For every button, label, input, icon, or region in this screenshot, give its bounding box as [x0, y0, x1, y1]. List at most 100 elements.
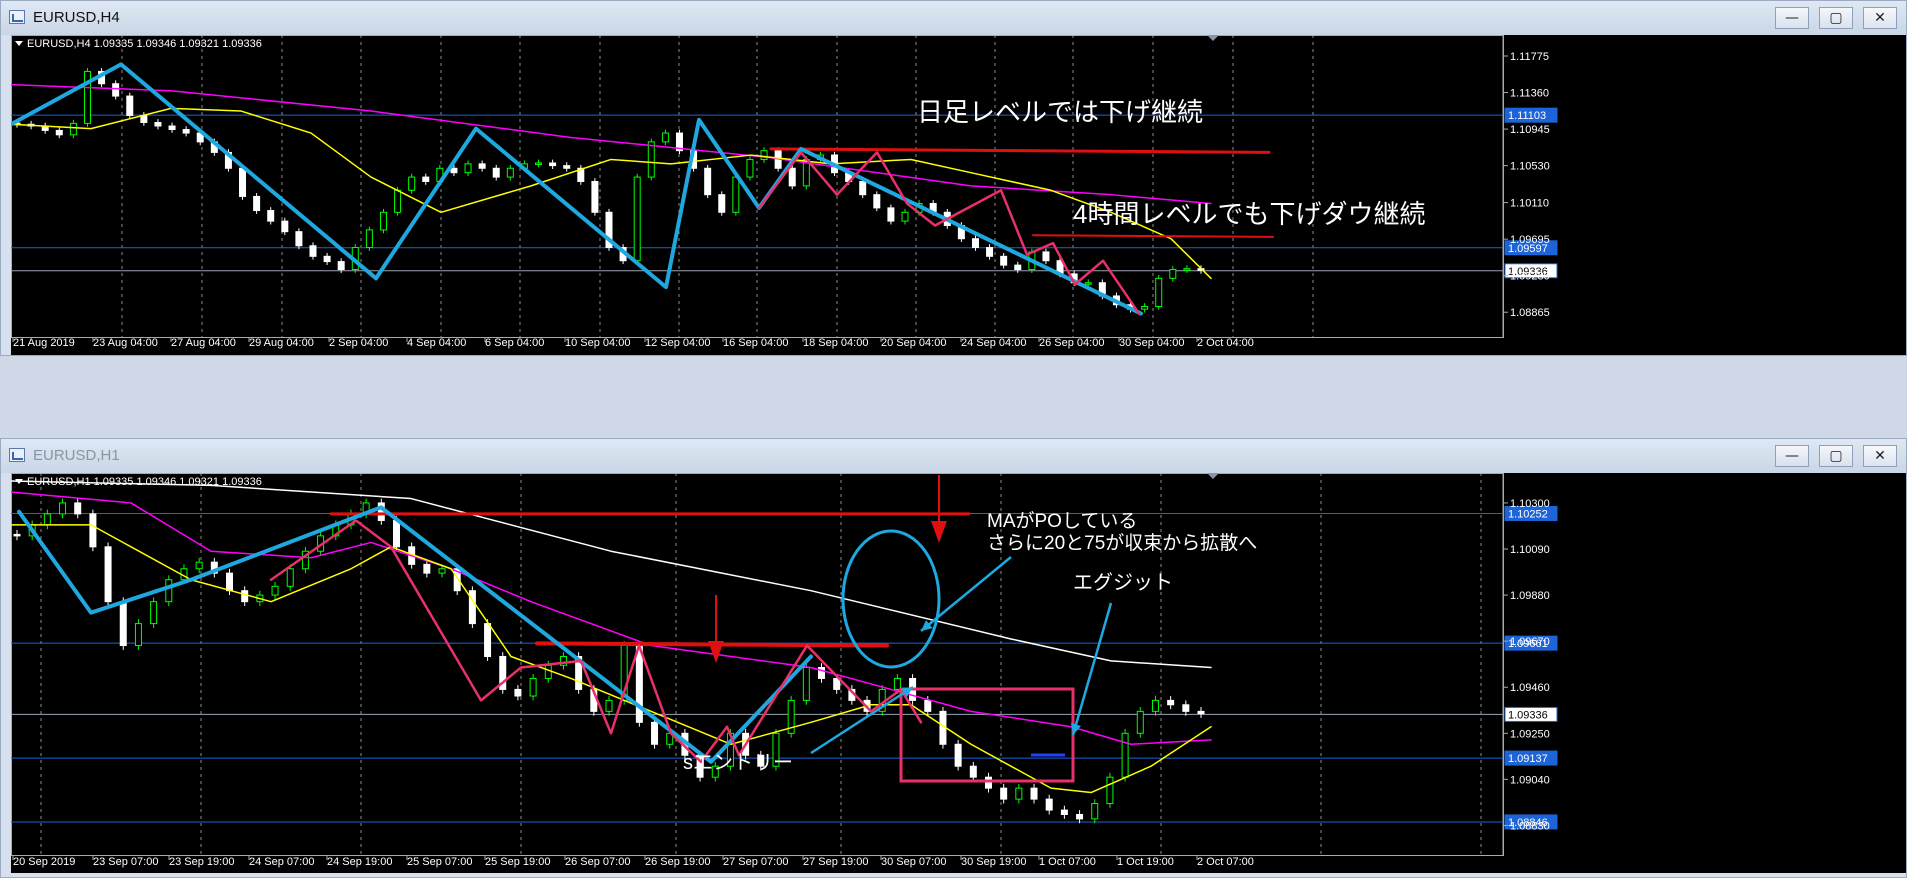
candle-body — [1030, 787, 1038, 800]
price-level-label: 1.10252 — [1508, 508, 1548, 520]
close-button[interactable]: ✕ — [1863, 7, 1897, 29]
time-tick-label: 16 Sep 04:00 — [723, 337, 788, 349]
h1-window: EURUSD,H1 — ▢ ✕ 1.10252 1.09661 1.09336 1.0… — [0, 438, 1907, 878]
candle-body — [647, 141, 655, 178]
price-tick-label: 1.09695 — [1510, 234, 1550, 246]
pointer-arrow-exit-shaft — [1071, 602, 1113, 736]
candle-body — [1060, 809, 1068, 815]
annotation-ma-converge-diverge: さらに20と75が収束から拡散へ — [987, 532, 1257, 554]
candle-body — [253, 195, 261, 212]
candle-body — [1136, 710, 1144, 734]
symbol-info-label: EURUSD,H1 1.09335 1.09346 1.09321 1.0933… — [27, 476, 262, 488]
ma-fast-line — [11, 524, 1212, 794]
candle-body — [464, 163, 472, 174]
annotation-daily-trend: 日足レベルでは下げ継続 — [917, 97, 1203, 127]
minimize-button[interactable]: — — [1775, 7, 1809, 29]
time-tick-label: 12 Sep 04:00 — [645, 337, 710, 349]
time-tick-label: 20 Sep 04:00 — [881, 337, 946, 349]
chart-shift-marker — [1207, 35, 1219, 41]
candle-body — [887, 207, 895, 222]
ma-long-line — [11, 480, 1212, 669]
candle-body — [633, 176, 641, 262]
candle-body — [760, 150, 768, 160]
time-tick-label: 30 Sep 19:00 — [961, 856, 1026, 868]
candle-body — [1045, 798, 1053, 811]
candle-body — [134, 623, 142, 647]
candle-body — [901, 211, 909, 222]
candle-body — [271, 585, 279, 596]
candle-body — [549, 162, 557, 167]
h1-chart[interactable]: 1.102521.096611.093361.091371.088461.103… — [11, 473, 1906, 873]
candle-body — [394, 189, 402, 213]
candle-body — [484, 623, 492, 658]
time-tick-label: 25 Sep 19:00 — [485, 856, 550, 868]
time-tick-label: 2 Oct 04:00 — [1197, 337, 1254, 349]
candle-body — [450, 167, 458, 174]
candle-body — [506, 167, 514, 178]
chart-window-icon — [9, 448, 25, 462]
time-tick-label: 24 Sep 19:00 — [327, 856, 392, 868]
time-tick-label: 26 Sep 19:00 — [645, 856, 710, 868]
candle-body — [1014, 264, 1022, 271]
candle-body — [1169, 269, 1177, 279]
candle-body — [13, 533, 21, 537]
pointer-arrow-entry-shaft — [810, 685, 914, 755]
symbol-info-label: EURUSD,H4 1.09335 1.09346 1.09321 1.0933… — [27, 38, 262, 50]
price-tick-label: 1.10110 — [1510, 198, 1549, 210]
candle-body — [379, 211, 387, 231]
time-tick-label: 23 Sep 07:00 — [93, 856, 158, 868]
time-tick-label: 23 Sep 19:00 — [169, 856, 234, 868]
candle-body — [924, 699, 932, 712]
time-tick-label: 4 Sep 04:00 — [407, 337, 466, 349]
candle-body — [239, 167, 247, 197]
candle-body — [514, 688, 522, 697]
h4-chart-area[interactable]: 1.11103 1.09597 1.09336 1.11775 1.11360 1.109… — [11, 35, 1906, 355]
candle-body — [286, 568, 294, 587]
candle-body — [226, 572, 234, 592]
maximize-button[interactable]: ▢ — [1819, 445, 1853, 467]
candle-body — [704, 167, 712, 196]
candle-body — [468, 590, 476, 625]
h4-chart[interactable]: 1.111031.095971.093361.117751.113601.109… — [11, 35, 1906, 355]
candle-body — [971, 238, 979, 249]
h1-chart-area[interactable]: 1.10252 1.09661 1.09336 1.09137 1.08846 1.103… — [11, 473, 1906, 873]
price-tick-label: 1.10945 — [1510, 124, 1550, 136]
info-dropdown-icon — [15, 41, 23, 46]
candle-body — [423, 563, 431, 574]
maximize-button[interactable]: ▢ — [1819, 7, 1853, 29]
candle-body — [104, 546, 112, 603]
candle-body — [1000, 255, 1008, 266]
chart-window-icon — [9, 10, 25, 24]
candle-body — [168, 125, 176, 131]
price-tick-label: 1.09460 — [1510, 682, 1550, 694]
candle-body — [788, 167, 796, 187]
candle-body — [295, 231, 303, 247]
candle-body — [281, 220, 289, 233]
price-tick-label: 1.09880 — [1510, 590, 1550, 602]
time-tick-label: 27 Sep 19:00 — [803, 856, 868, 868]
price-tick-label: 1.11360 — [1510, 88, 1549, 100]
candle-body — [43, 513, 51, 526]
time-tick-label: 20 Sep 2019 — [13, 856, 75, 868]
candle-body — [1000, 787, 1008, 800]
time-tick-label: 29 Aug 04:00 — [249, 337, 314, 349]
candle-body — [1121, 732, 1129, 778]
h4-titlebar[interactable]: EURUSD,H4 — ▢ ✕ — [1, 1, 1906, 35]
time-tick-label: 10 Sep 04:00 — [565, 337, 630, 349]
candle-body — [438, 568, 446, 574]
close-button[interactable]: ✕ — [1863, 445, 1897, 467]
candle-body — [591, 180, 599, 213]
candle-body — [732, 176, 740, 213]
h1-titlebar[interactable]: EURUSD,H1 — ▢ ✕ — [1, 439, 1906, 473]
candle-body — [165, 579, 173, 603]
candle-body — [1091, 803, 1099, 820]
annotation-short-entry: sエントリー — [683, 752, 793, 774]
time-tick-label: 2 Sep 04:00 — [329, 337, 388, 349]
candle-body — [408, 176, 416, 191]
candle-body — [267, 210, 275, 222]
minimize-button[interactable]: — — [1775, 445, 1809, 467]
down-arrow-head — [708, 641, 724, 663]
candle-body — [1042, 251, 1050, 262]
resistance-line-2 — [1032, 234, 1274, 238]
price-level-label: 1.09137 — [1508, 753, 1548, 765]
